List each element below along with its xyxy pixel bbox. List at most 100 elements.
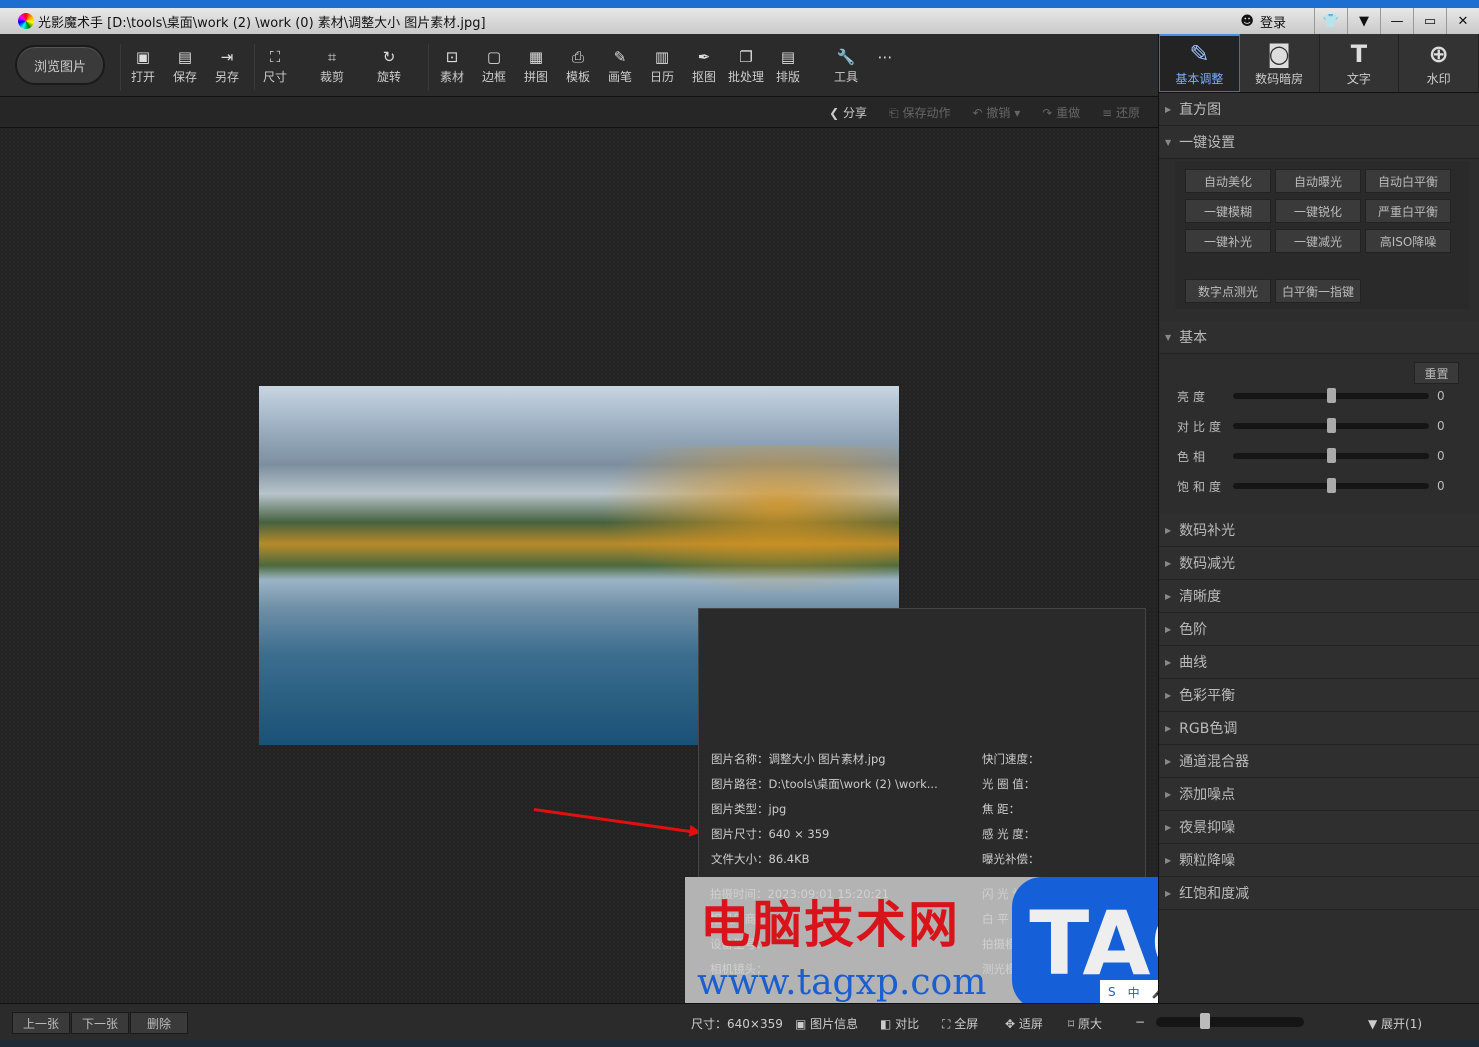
section-item[interactable]: ▶ 颗粒降噪 [1159, 844, 1479, 877]
info-shutter: 快门速度： [982, 752, 1040, 766]
close-button[interactable]: ✕ [1446, 8, 1479, 34]
blur-button[interactable]: 一键模糊 [1185, 199, 1271, 223]
save-button[interactable]: ▤ 保存 [165, 48, 205, 85]
resize-button[interactable]: ⛶ 尺寸 [255, 48, 295, 85]
collage-button[interactable]: ▦ 拼图 [516, 48, 556, 85]
calendar-icon: ▥ [654, 48, 670, 66]
basic-sliders: 重置 亮度 0 对比度 0 色相 0 饱和度 0 [1159, 354, 1479, 514]
watermark-cn: 电脑技术网 [700, 895, 960, 954]
ime-logo-icon: S [1108, 985, 1116, 999]
reset-button[interactable]: 重置 [1414, 362, 1459, 384]
info-name: 图片名称：调整大小 图片素材.jpg [711, 752, 886, 766]
fill-light-button[interactable]: 一键补光 [1185, 229, 1271, 253]
login-button[interactable]: ☻ 登录 [1230, 8, 1314, 34]
tools-button[interactable]: 🔧 工具 [826, 48, 866, 85]
wrench-icon: 🔧 [836, 48, 856, 66]
iso-denoise-button[interactable]: 高ISO降噪 [1365, 229, 1451, 253]
section-one-click[interactable]: ▼ 一键设置 [1159, 126, 1479, 159]
border-button[interactable]: ▢ 边框 [474, 48, 514, 85]
login-label: 登录 [1259, 15, 1286, 31]
section-histogram[interactable]: ▶ 直方图 [1159, 93, 1479, 126]
minimize-button[interactable]: — [1380, 8, 1413, 34]
info-iso: 感 光 度： [982, 827, 1036, 841]
open-button[interactable]: ▣ 打开 [123, 48, 163, 85]
spot-metering-button[interactable]: 数字点测光 [1185, 279, 1271, 303]
layout-button[interactable]: ▤ 排版 [768, 48, 808, 85]
contrast-slider[interactable]: 对比度 0 [1177, 416, 1467, 436]
tab-watermark[interactable]: ⊕ 水印 [1399, 34, 1479, 92]
section-item[interactable]: ▶ 夜景抑噪 [1159, 811, 1479, 844]
rotate-icon: ↻ [382, 48, 396, 66]
resize-icon: ⛶ [269, 48, 281, 66]
redo-button[interactable]: ↷ 重做 [1042, 104, 1080, 121]
next-image-button[interactable]: 下一张 [71, 1012, 129, 1034]
one-click-buttons: 自动美化 自动曝光 自动白平衡 一键模糊 一键锐化 严重白平衡 一键补光 一键减… [1175, 161, 1469, 309]
section-item[interactable]: ▶ RGB色调 [1159, 712, 1479, 745]
expand-button[interactable]: ▼ 展开(1) [1368, 1015, 1422, 1032]
maximize-button[interactable]: ▭ [1413, 8, 1446, 34]
rotate-button[interactable]: ↻ 旋转 [369, 48, 409, 85]
section-item[interactable]: ▶ 通道混合器 [1159, 745, 1479, 778]
watermark-url: www.tagxp.com [697, 962, 987, 1003]
prev-image-button[interactable]: 上一张 [12, 1012, 70, 1034]
cutout-button[interactable]: ✒ 抠图 [684, 48, 724, 85]
desktop-strip [0, 0, 1479, 8]
fullscreen-button[interactable]: ⛶ 全屏 [942, 1015, 978, 1032]
compare-button[interactable]: ◧ 对比 [880, 1015, 919, 1032]
section-item[interactable]: ▶ 色阶 [1159, 613, 1479, 646]
brightness-slider[interactable]: 亮度 0 [1177, 386, 1467, 406]
section-basic[interactable]: ▼ 基本 [1159, 321, 1479, 354]
section-item[interactable]: ▶ 清晰度 [1159, 580, 1479, 613]
auto-wb-button[interactable]: 自动白平衡 [1365, 169, 1451, 193]
save-action-button[interactable]: ⎗ 保存动作 [889, 104, 950, 121]
menu-button[interactable]: ▼ [1347, 8, 1380, 34]
size-readout: 尺寸：640×359 [691, 1017, 783, 1031]
section-item[interactable]: ▶ 数码补光 [1159, 514, 1479, 547]
auto-beautify-button[interactable]: 自动美化 [1185, 169, 1271, 193]
original-size-button[interactable]: ⌑ 原大 [1068, 1015, 1102, 1032]
browse-images-button[interactable]: 浏览图片 [15, 45, 105, 85]
adjust-panel: ✎ 基本调整 ◙ 数码暗房 T 文字 ⊕ 水印 ▶ 直方图 ▼ 一键设置 自动美化 自动曝光… [1158, 34, 1479, 1003]
section-item[interactable]: ▶ 数码减光 [1159, 547, 1479, 580]
pen-icon: ✒ [697, 48, 711, 66]
zoom-slider[interactable] [1156, 1017, 1304, 1027]
undo-button[interactable]: ↶ 撤销 ▾ [972, 104, 1020, 121]
zoom-slider-thumb[interactable] [1200, 1013, 1211, 1029]
crop-button[interactable]: ⌗ 裁剪 [312, 48, 352, 85]
border-icon: ▢ [486, 48, 502, 66]
info-exposure: 曝光补偿： [982, 852, 1040, 866]
ime-mode[interactable]: 中 [1128, 984, 1140, 1001]
material-button[interactable]: ⊡ 素材 [432, 48, 472, 85]
tab-darkroom[interactable]: ◙ 数码暗房 [1240, 34, 1320, 92]
restore-button[interactable]: ≡ 还原 [1102, 104, 1140, 121]
template-button[interactable]: ⎙ 模板 [558, 48, 598, 85]
window-title: 光影魔术手 [D:\tools\桌面\work (2) \work (0) 素材… [38, 15, 486, 31]
tab-text[interactable]: T 文字 [1320, 34, 1400, 92]
wb-one-click-button[interactable]: 白平衡一指键 [1275, 279, 1361, 303]
fit-screen-button[interactable]: ✥ 适屏 [1005, 1015, 1043, 1032]
auto-exposure-button[interactable]: 自动曝光 [1275, 169, 1361, 193]
tab-basic-adjust[interactable]: ✎ 基本调整 [1159, 34, 1240, 92]
calendar-button[interactable]: ▥ 日历 [642, 48, 682, 85]
hue-slider[interactable]: 色相 0 [1177, 446, 1467, 466]
text-icon: T [1350, 39, 1368, 68]
delete-button[interactable]: 删除 [130, 1012, 188, 1034]
more-button[interactable]: ⋯ [865, 48, 905, 68]
share-button[interactable]: ❮ 分享 [829, 104, 867, 121]
skin-button[interactable]: 👕 [1314, 8, 1347, 34]
saturation-slider[interactable]: 饱和度 0 [1177, 476, 1467, 496]
zoom-out-button[interactable]: − [1135, 1015, 1145, 1029]
reduce-light-button[interactable]: 一键减光 [1275, 229, 1361, 253]
save-as-button[interactable]: ⇥ 另存 [207, 48, 247, 85]
sharpen-button[interactable]: 一键锐化 [1275, 199, 1361, 223]
severe-wb-button[interactable]: 严重白平衡 [1365, 199, 1451, 223]
image-info-button[interactable]: ▣ 图片信息 [795, 1015, 858, 1032]
image-info-panel: 图片名称：调整大小 图片素材.jpg 图片路径：D:\tools\桌面\work… [698, 608, 1146, 878]
section-item[interactable]: ▶ 添加噪点 [1159, 778, 1479, 811]
brush-button[interactable]: ✎ 画笔 [600, 48, 640, 85]
section-item[interactable]: ▶ 红饱和度减 [1159, 877, 1479, 910]
main-toolbar: 浏览图片 ▣ 打开 ▤ 保存 ⇥ 另存 ⛶ 尺寸 ⌗ 裁剪 ↻ 旋转 ⊡ 素材 ▢ 边框 ▦ 拼图… [0, 34, 1158, 97]
section-item[interactable]: ▶ 色彩平衡 [1159, 679, 1479, 712]
batch-button[interactable]: ❐ 批处理 [722, 48, 770, 85]
section-item[interactable]: ▶ 曲线 [1159, 646, 1479, 679]
